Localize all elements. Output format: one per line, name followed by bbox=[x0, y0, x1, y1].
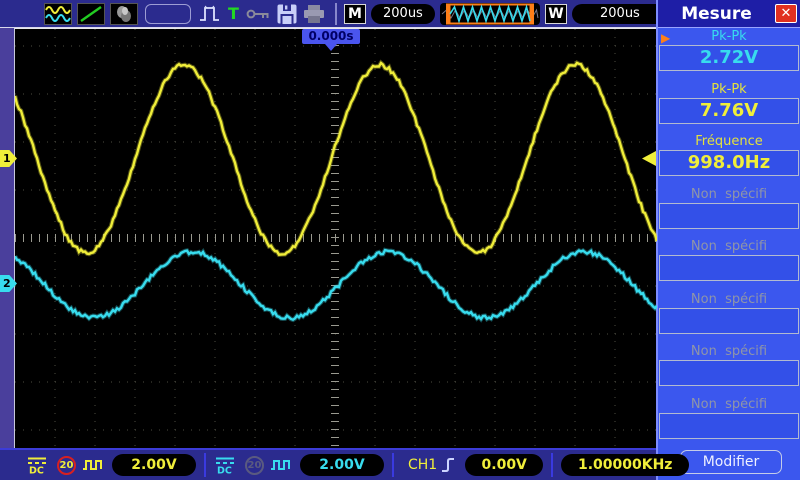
ch2-squarewave-icon bbox=[269, 457, 291, 473]
trigger-status-icon: T bbox=[228, 4, 239, 23]
statusbar-divider bbox=[204, 453, 206, 477]
top-toolbar: T M 200us W 200us bbox=[0, 0, 656, 28]
line-display-icon bbox=[77, 3, 105, 25]
acquisition-preview bbox=[440, 3, 540, 25]
print-icon[interactable] bbox=[302, 4, 326, 24]
measurement-label: Pk-Pk bbox=[658, 82, 800, 98]
measurement-label: Non spécifi bbox=[658, 187, 800, 203]
save-icon[interactable] bbox=[276, 3, 298, 25]
main-timebase-value: 200us bbox=[371, 4, 435, 24]
measurement-label: Fréquence bbox=[658, 134, 800, 150]
ch1-bandwidth-badge: 20 bbox=[57, 456, 76, 475]
trigger-level-value: 0.00V bbox=[465, 454, 543, 476]
rising-edge-icon bbox=[440, 454, 456, 476]
measurement-value bbox=[659, 308, 799, 334]
measurement-value bbox=[659, 413, 799, 439]
main-timebase-icon: M bbox=[344, 4, 366, 24]
measurement-label: Non spécifi bbox=[658, 344, 800, 360]
measurement-item[interactable]: Fréquence 998.0Hz bbox=[658, 133, 800, 186]
statusbar-divider bbox=[551, 453, 553, 477]
statusbar-divider bbox=[392, 453, 394, 477]
sidebar-title: Mesure bbox=[658, 4, 775, 24]
ch1-dc-coupling-icon: DC bbox=[26, 456, 48, 475]
persistence-noise-icon bbox=[110, 3, 138, 25]
svg-text:DC: DC bbox=[29, 465, 44, 475]
measurement-item[interactable]: Pk-Pk 7.76V bbox=[658, 81, 800, 134]
measurement-value: 998.0Hz bbox=[659, 150, 799, 176]
measurement-item[interactable]: Non spécifi bbox=[658, 291, 800, 344]
ch1-squarewave-icon bbox=[81, 457, 103, 473]
counter-frequency-value: 1.00000KHz bbox=[561, 454, 689, 476]
selected-arrow-icon: ▶ bbox=[661, 31, 670, 45]
waveform-display: CH2 position verticale-880mdiv(-1.76V) bbox=[14, 28, 656, 448]
close-icon[interactable]: ✕ bbox=[775, 4, 797, 23]
svg-text:DC: DC bbox=[217, 465, 232, 475]
trigger-source-label: CH1 bbox=[408, 457, 437, 473]
empty-indicator-slot bbox=[145, 4, 191, 24]
ch2-dc-coupling-icon: DC bbox=[214, 456, 236, 475]
ch2-bandwidth-badge: 20 bbox=[245, 456, 264, 475]
measurement-item[interactable]: Non spécifi bbox=[658, 186, 800, 239]
measurement-label: Non spécifi bbox=[658, 239, 800, 255]
measurement-value: 2.72V bbox=[659, 45, 799, 71]
status-bar: DC 20 2.00V DC 20 2.00V CH1 0.00V 1.0 bbox=[0, 448, 656, 480]
ch2-scale-value: 2.00V bbox=[300, 454, 384, 476]
measurement-value bbox=[659, 203, 799, 229]
measurement-item[interactable]: Non spécifi bbox=[658, 396, 800, 449]
sidebar-header: Mesure ✕ bbox=[658, 0, 800, 28]
measurement-value bbox=[659, 360, 799, 386]
left-strip bbox=[0, 28, 14, 448]
window-timebase-icon: W bbox=[545, 4, 567, 24]
measurement-item[interactable]: Non spécifi bbox=[658, 238, 800, 291]
trigger-time-tag[interactable]: 0.000s bbox=[302, 29, 360, 44]
ch1-scale-value: 2.00V bbox=[112, 454, 196, 476]
waveform-svg bbox=[15, 29, 657, 449]
measurement-label: Non spécifi bbox=[658, 397, 800, 413]
measurement-label: Pk-Pk bbox=[658, 29, 800, 45]
modify-button[interactable]: Modifier bbox=[680, 450, 782, 474]
window-timebase-value: 200us bbox=[572, 4, 668, 24]
measurement-label: Non spécifi bbox=[658, 292, 800, 308]
pulse-trigger-icon bbox=[198, 3, 222, 25]
measurement-value: 7.76V bbox=[659, 98, 799, 124]
trace-ch1 bbox=[15, 63, 657, 255]
measurement-item[interactable]: Non spécifi bbox=[658, 343, 800, 396]
measure-sidebar: Mesure ✕ ▶ Pk-Pk 2.72V Pk-Pk 7.76V Fréqu… bbox=[656, 0, 800, 480]
measurement-item[interactable]: ▶ Pk-Pk 2.72V bbox=[658, 28, 800, 81]
channels-waveform-icon bbox=[44, 3, 72, 25]
trigger-position-icon bbox=[325, 44, 337, 51]
key-lock-icon bbox=[246, 7, 272, 21]
measurement-value bbox=[659, 255, 799, 281]
toolbar-divider bbox=[335, 3, 337, 25]
